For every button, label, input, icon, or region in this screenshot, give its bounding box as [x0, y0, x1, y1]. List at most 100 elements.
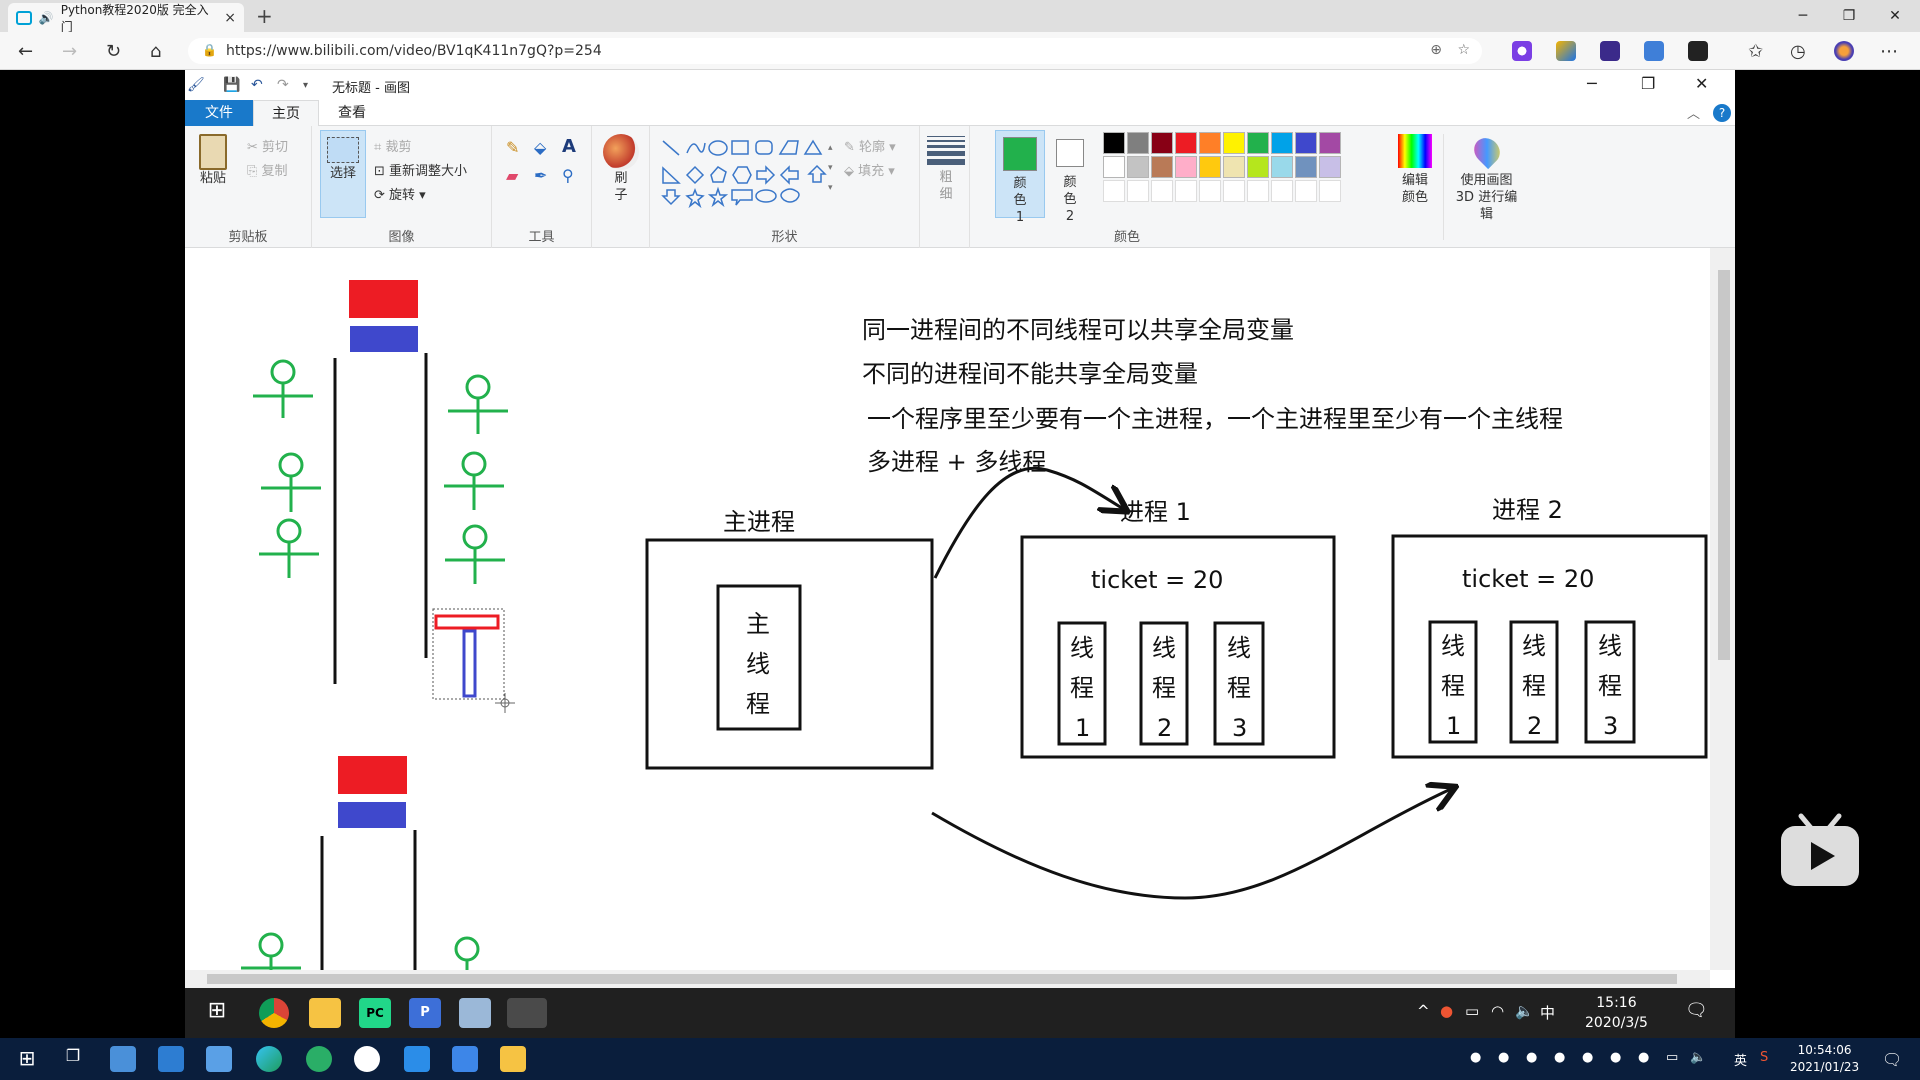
file-explorer-icon[interactable] — [500, 1046, 526, 1072]
edge-icon[interactable] — [256, 1046, 282, 1072]
collapse-ribbon-icon[interactable]: ︿ — [1687, 103, 1700, 122]
windows-start-icon[interactable]: ⊞ — [201, 998, 233, 1028]
custom-swatch[interactable] — [1247, 180, 1269, 202]
extension-translate-icon[interactable] — [1644, 41, 1664, 61]
palette-swatch[interactable] — [1127, 132, 1149, 154]
paint-minimize-button[interactable]: ─ — [1587, 74, 1597, 93]
magnifier-icon[interactable]: ⚲ — [562, 166, 574, 185]
custom-swatch[interactable] — [1151, 180, 1173, 202]
drawing-canvas[interactable]: 同一进程间的不同线程可以共享全局变量 不同的进程间不能共享全局变量 一个程序里至… — [185, 248, 1710, 970]
shapes-gallery[interactable] — [660, 138, 830, 208]
tray-app-icon[interactable]: ● — [1610, 1050, 1621, 1065]
palette-swatch[interactable] — [1271, 132, 1293, 154]
palette-swatch[interactable] — [1103, 156, 1125, 178]
paint-restore-button[interactable]: ❐ — [1641, 74, 1655, 93]
record-icon[interactable]: ● — [1440, 1002, 1453, 1020]
pycharm-icon[interactable]: PC — [359, 998, 391, 1028]
color2-button[interactable]: 颜色 2 — [1047, 130, 1093, 224]
size-button[interactable]: 粗细 — [926, 136, 966, 203]
palette-swatch[interactable] — [1319, 156, 1341, 178]
cut-button[interactable]: ✂ 剪切 — [247, 136, 288, 155]
profile-avatar[interactable] — [1834, 41, 1854, 61]
favorite-add-icon[interactable]: ☆ — [1457, 42, 1470, 58]
extension-badge-icon[interactable] — [1688, 41, 1708, 61]
select-button[interactable]: 选择 — [320, 130, 366, 218]
palette-swatch[interactable] — [1199, 156, 1221, 178]
tray-qq-icon[interactable]: ● — [1498, 1050, 1509, 1065]
extension-color-icon[interactable] — [1512, 41, 1532, 61]
horizontal-scrollbar[interactable] — [185, 970, 1710, 988]
eraser-icon[interactable]: ▰ — [506, 166, 518, 185]
tray-volume-icon[interactable]: 🔈 — [1690, 1050, 1706, 1065]
action-center-icon[interactable]: 🗨 — [1882, 1050, 1902, 1069]
edit-colors-button[interactable]: 编辑颜色 — [1393, 134, 1437, 206]
save-icon[interactable]: 💾 — [223, 77, 240, 93]
custom-swatch[interactable] — [1319, 180, 1341, 202]
remote-desktop-icon[interactable] — [459, 998, 491, 1028]
palette-swatch[interactable] — [1151, 132, 1173, 154]
copy-button[interactable]: ⎘ 复制 — [247, 160, 288, 179]
rotate-button[interactable]: ⟳ 旋转 ▾ — [374, 184, 426, 203]
minimize-button[interactable]: ─ — [1780, 0, 1826, 32]
paint-close-button[interactable]: ✕ — [1695, 74, 1708, 93]
volume-icon[interactable]: 🔈 — [1515, 1002, 1534, 1020]
undo-icon[interactable]: ↶ — [251, 77, 263, 93]
custom-swatch[interactable] — [1199, 180, 1221, 202]
palette-swatch[interactable] — [1127, 156, 1149, 178]
quick-access-dropdown-icon[interactable]: ▾ — [303, 80, 308, 91]
custom-swatch[interactable] — [1223, 180, 1245, 202]
forward-button[interactable]: → — [62, 41, 77, 62]
redo-icon[interactable]: ↷ — [277, 77, 289, 93]
palette-swatch[interactable] — [1319, 132, 1341, 154]
vscode-icon[interactable] — [404, 1046, 430, 1072]
chrome-icon[interactable] — [259, 998, 289, 1028]
paint-taskbar-icon[interactable] — [507, 998, 547, 1028]
color1-button[interactable]: 颜色 1 — [995, 130, 1045, 225]
custom-swatch[interactable] — [1295, 180, 1317, 202]
fill-bucket-icon[interactable]: ⬙ — [534, 138, 546, 157]
wechat-icon[interactable] — [306, 1046, 332, 1072]
custom-swatch[interactable] — [1103, 180, 1125, 202]
custom-swatch[interactable] — [1175, 180, 1197, 202]
horizontal-scroll-thumb[interactable] — [207, 974, 1677, 984]
help-button[interactable]: ? — [1713, 104, 1731, 122]
palette-swatch[interactable] — [1271, 156, 1293, 178]
palette-swatch[interactable] — [1223, 156, 1245, 178]
sogou-icon[interactable]: S — [1760, 1050, 1768, 1065]
palette-swatch[interactable] — [1247, 156, 1269, 178]
palette-swatch[interactable] — [1175, 132, 1197, 154]
crop-button[interactable]: ⌗ 裁剪 — [374, 136, 411, 155]
p-app-icon[interactable]: P — [409, 998, 441, 1028]
favorites-icon[interactable]: ✩ — [1748, 41, 1763, 62]
color-picker-icon[interactable]: ✒ — [534, 166, 547, 185]
new-tab-button[interactable]: + — [256, 4, 273, 28]
tray-chevron-icon[interactable]: ^ — [1417, 1002, 1430, 1020]
palette-swatch[interactable] — [1247, 132, 1269, 154]
close-window-button[interactable]: ✕ — [1872, 0, 1918, 32]
maximize-button[interactable]: ❐ — [1826, 0, 1872, 32]
notification-icon[interactable]: 🗨 — [1685, 1000, 1708, 1021]
qq-icon[interactable] — [354, 1046, 380, 1072]
extension-ia-icon[interactable] — [1600, 41, 1620, 61]
paste-button[interactable]: 粘贴 — [195, 134, 231, 187]
fill-button[interactable]: ⬙ 填充 ▾ — [844, 160, 895, 179]
store-icon[interactable] — [158, 1046, 184, 1072]
shapes-scroll-icon[interactable]: ▴ ▾ ▾ — [828, 138, 833, 198]
windows-start-icon[interactable]: ⊞ — [14, 1046, 40, 1072]
custom-swatch[interactable] — [1127, 180, 1149, 202]
history-icon[interactable]: ◷ — [1790, 41, 1806, 62]
app-icon[interactable] — [110, 1046, 136, 1072]
tray-app-icon[interactable]: ● — [1638, 1050, 1649, 1065]
palette-swatch[interactable] — [1295, 156, 1317, 178]
tray-app-icon[interactable]: ● — [1582, 1050, 1593, 1065]
vertical-scrollbar[interactable] — [1710, 248, 1735, 970]
custom-swatch[interactable] — [1271, 180, 1293, 202]
task-view-icon[interactable]: ❐ — [60, 1046, 86, 1072]
brushes-button[interactable]: 刷子 — [600, 134, 642, 204]
tray-network-icon[interactable]: ▭ — [1666, 1050, 1678, 1065]
palette-swatch[interactable] — [1199, 132, 1221, 154]
settings-menu-button[interactable]: ⋯ — [1880, 41, 1898, 62]
extension-shield-icon[interactable] — [1556, 41, 1576, 61]
home-button[interactable]: ⌂ — [150, 41, 161, 62]
palette-swatch[interactable] — [1103, 132, 1125, 154]
